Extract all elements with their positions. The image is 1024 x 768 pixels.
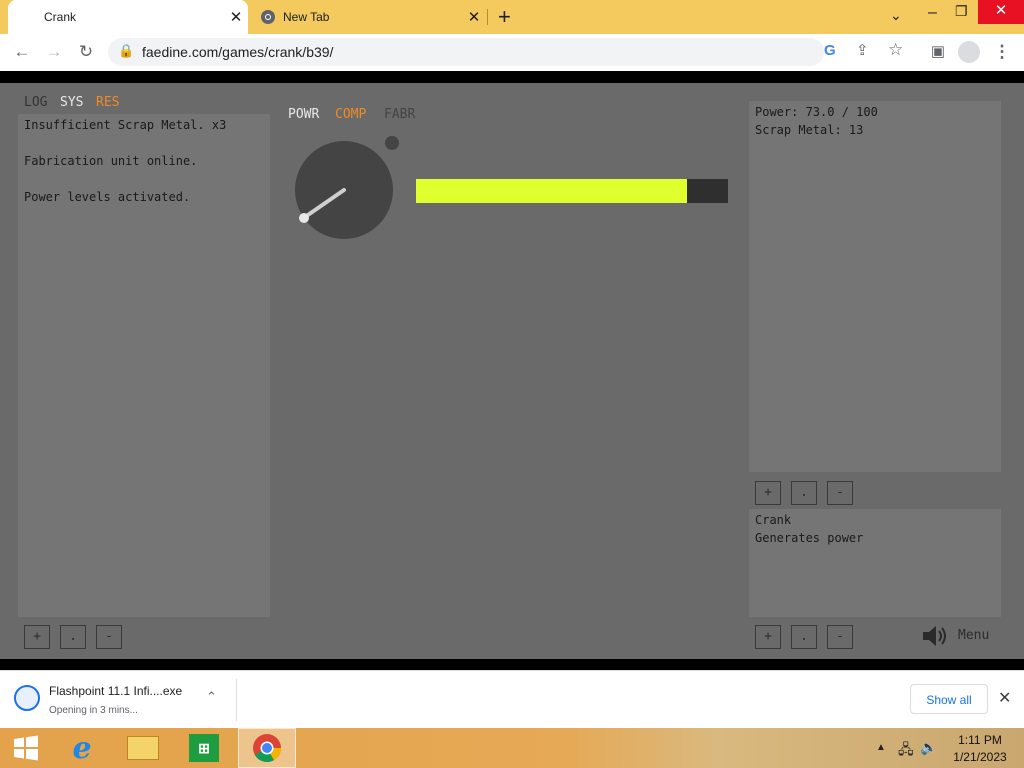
scrap-metal-stat: Scrap Metal: 13 — [755, 123, 864, 137]
info-dot-button[interactable]: . — [791, 625, 817, 649]
bookmark-star-icon[interactable]: ☆ — [888, 40, 903, 60]
windows-logo-icon — [14, 735, 38, 761]
chevron-up-icon[interactable]: ⌃ — [206, 689, 217, 705]
stats-minus-button[interactable]: - — [827, 481, 853, 505]
info-description: Generates power — [755, 531, 864, 545]
network-icon[interactable]: 🖧 — [898, 739, 914, 763]
tab-powr[interactable]: POWR — [288, 107, 319, 122]
tab-search-icon[interactable]: ⌄ — [890, 7, 902, 24]
crank-progress-fill — [416, 179, 688, 203]
log-line: Power levels activated. — [24, 190, 191, 204]
clock-time[interactable]: 1:11 PM — [950, 733, 1010, 747]
downloads-bar: Flashpoint 11.1 Infi....exe Opening in 3… — [0, 670, 1024, 729]
divider — [236, 679, 237, 721]
tab-new-tab[interactable]: New Tab ✕ — [252, 0, 486, 34]
tab-crank[interactable]: Crank ✕ — [8, 0, 248, 34]
chrome-icon — [253, 734, 281, 762]
volume-icon[interactable]: 🔈 — [920, 739, 937, 756]
show-all-button[interactable]: Show all — [910, 684, 988, 714]
close-downloads-icon[interactable]: ✕ — [998, 688, 1011, 708]
info-title: Crank — [755, 513, 792, 527]
share-icon[interactable]: ⇪ — [856, 41, 869, 59]
info-plus-button[interactable]: + — [755, 625, 781, 649]
reload-icon[interactable]: ↻ — [74, 40, 98, 64]
stats-panel: Power: 73.0 / 100 Scrap Metal: 13 — [749, 101, 1001, 472]
download-status: Opening in 3 mins... — [49, 705, 138, 716]
start-button[interactable] — [0, 728, 52, 768]
clock-date[interactable]: 1/21/2023 — [946, 750, 1014, 764]
close-tab-icon[interactable]: ✕ — [224, 8, 248, 26]
back-icon[interactable]: ← — [10, 40, 34, 64]
tab-divider — [487, 9, 488, 25]
info-minus-button[interactable]: - — [827, 625, 853, 649]
menu-button[interactable]: Menu — [958, 628, 989, 643]
lock-icon: 🔒 — [118, 43, 135, 58]
download-filename[interactable]: Flashpoint 11.1 Infi....exe — [49, 684, 182, 698]
new-tab-button[interactable]: + — [498, 4, 511, 30]
restore-icon[interactable]: ❐ — [955, 3, 968, 20]
crank-dial[interactable] — [288, 129, 408, 249]
store-icon[interactable]: ⊞ — [178, 728, 230, 768]
google-icon[interactable]: G — [824, 42, 836, 59]
speaker-icon[interactable] — [920, 623, 950, 649]
tray-chevron-up-icon[interactable]: ▲ — [876, 742, 886, 753]
log-line: Fabrication unit online. — [24, 154, 198, 168]
minimize-icon[interactable]: – — [928, 4, 937, 22]
download-file-icon — [14, 685, 40, 711]
url-text: faedine.com/games/crank/b39/ — [142, 44, 334, 60]
profile-avatar-icon[interactable] — [958, 41, 980, 63]
close-tab-icon[interactable]: ✕ — [462, 8, 486, 26]
log-dot-button[interactable]: . — [60, 625, 86, 649]
tab-comp[interactable]: COMP — [335, 107, 366, 122]
tab-res[interactable]: RES — [96, 95, 119, 110]
log-plus-button[interactable]: + — [24, 625, 50, 649]
log-line: Insufficient Scrap Metal. x3 — [24, 118, 227, 132]
close-window-icon[interactable]: ✕ — [978, 0, 1024, 24]
chrome-icon — [261, 10, 275, 24]
crank-indicator — [385, 136, 399, 150]
tab-log[interactable]: LOG — [24, 95, 47, 110]
side-panel-icon[interactable]: ▣ — [926, 40, 950, 64]
crank-knob[interactable] — [299, 213, 309, 223]
game-area: LOG SYS RES Insufficient Scrap Metal. x3… — [0, 83, 1024, 659]
chrome-taskbar-icon[interactable] — [238, 728, 296, 768]
tab-title: Crank — [44, 10, 77, 24]
log-minus-button[interactable]: - — [96, 625, 122, 649]
address-bar[interactable]: 🔒 faedine.com/games/crank/b39/ G ⇪ ☆ — [108, 38, 903, 66]
more-menu-icon[interactable]: ⋮ — [990, 40, 1014, 64]
info-panel: Crank Generates power — [749, 509, 1001, 617]
internet-explorer-icon[interactable]: e — [56, 728, 108, 768]
forward-icon[interactable]: → — [42, 40, 66, 64]
stats-plus-button[interactable]: + — [755, 481, 781, 505]
file-explorer-icon[interactable] — [117, 728, 169, 768]
crank-progress-bar — [416, 179, 728, 203]
log-panel: Insufficient Scrap Metal. x3 Fabrication… — [18, 114, 270, 617]
power-stat: Power: 73.0 / 100 — [755, 105, 878, 119]
stats-dot-button[interactable]: . — [791, 481, 817, 505]
tab-title: New Tab — [283, 10, 330, 24]
tab-fabr[interactable]: FABR — [384, 107, 415, 122]
tab-sys[interactable]: SYS — [60, 95, 83, 110]
